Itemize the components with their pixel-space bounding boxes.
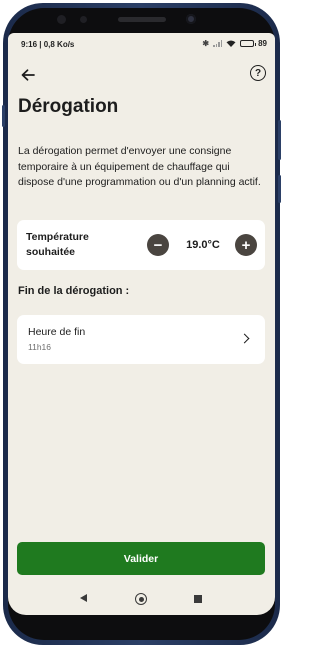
validate-button[interactable]: Valider [17, 542, 265, 575]
decrease-temperature-button[interactable]: − [147, 234, 169, 256]
volume-button [278, 120, 281, 160]
page-title: Dérogation [18, 96, 119, 117]
end-time-label: Heure de fin [28, 326, 86, 338]
battery-icon [240, 40, 257, 47]
front-camera [186, 14, 196, 24]
bluetooth-icon: ✱ [202, 39, 210, 48]
side-button-left [2, 105, 5, 127]
wifi-icon [226, 40, 236, 47]
temperature-card: Température souhaitée − 19.0°C + [17, 220, 265, 270]
nav-recent-apps-icon[interactable] [194, 595, 202, 603]
nav-home-icon[interactable] [135, 593, 147, 605]
power-button [278, 175, 281, 203]
temperature-value: 19.0°C [186, 239, 220, 251]
increase-temperature-button[interactable]: + [235, 234, 257, 256]
app-screen: 9:16 | 0,8 Ko/s ✱ 89 ? Dérogation La dér… [8, 33, 275, 615]
question-circle-icon: ? [254, 67, 262, 79]
signal-icon [213, 40, 223, 47]
end-time-value: 11h16 [28, 342, 52, 352]
back-button[interactable] [16, 63, 40, 87]
top-app-bar: ? [8, 63, 275, 89]
system-nav-bar [8, 585, 275, 615]
end-section-title: Fin de la dérogation : [18, 285, 130, 297]
status-time: 9:16 | 0,8 Ko/s [21, 40, 75, 49]
earpiece-speaker [118, 17, 166, 22]
status-icons: ✱ 89 [202, 39, 267, 48]
end-time-row[interactable]: Heure de fin 11h16 [17, 315, 265, 364]
temperature-label: Température souhaitée [26, 231, 89, 258]
battery-percentage: 89 [258, 39, 267, 48]
status-bar: 9:16 | 0,8 Ko/s ✱ 89 [8, 33, 275, 55]
front-sensor [57, 15, 66, 24]
plus-icon: + [241, 236, 251, 254]
description-text: La dérogation permet d'envoyer une consi… [18, 145, 261, 188]
front-sensor [80, 16, 87, 23]
phone-mockup: 9:16 | 0,8 Ko/s ✱ 89 ? Dérogation La dér… [0, 0, 283, 648]
help-button[interactable]: ? [250, 65, 266, 81]
minus-icon: − [153, 236, 163, 254]
arrow-left-icon [21, 69, 35, 81]
nav-back-icon[interactable] [80, 594, 87, 602]
nav-home-dot [138, 596, 144, 602]
chevron-right-icon [239, 333, 250, 344]
